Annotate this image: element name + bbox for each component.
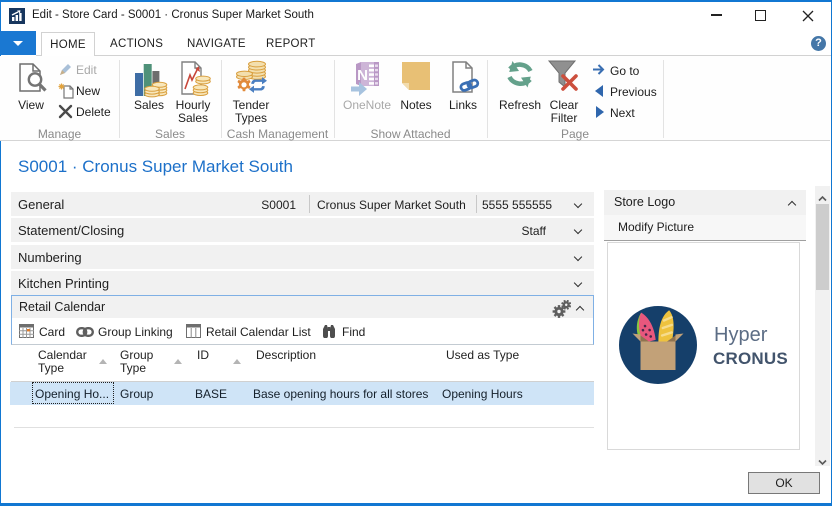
svg-text:N: N: [357, 67, 368, 84]
